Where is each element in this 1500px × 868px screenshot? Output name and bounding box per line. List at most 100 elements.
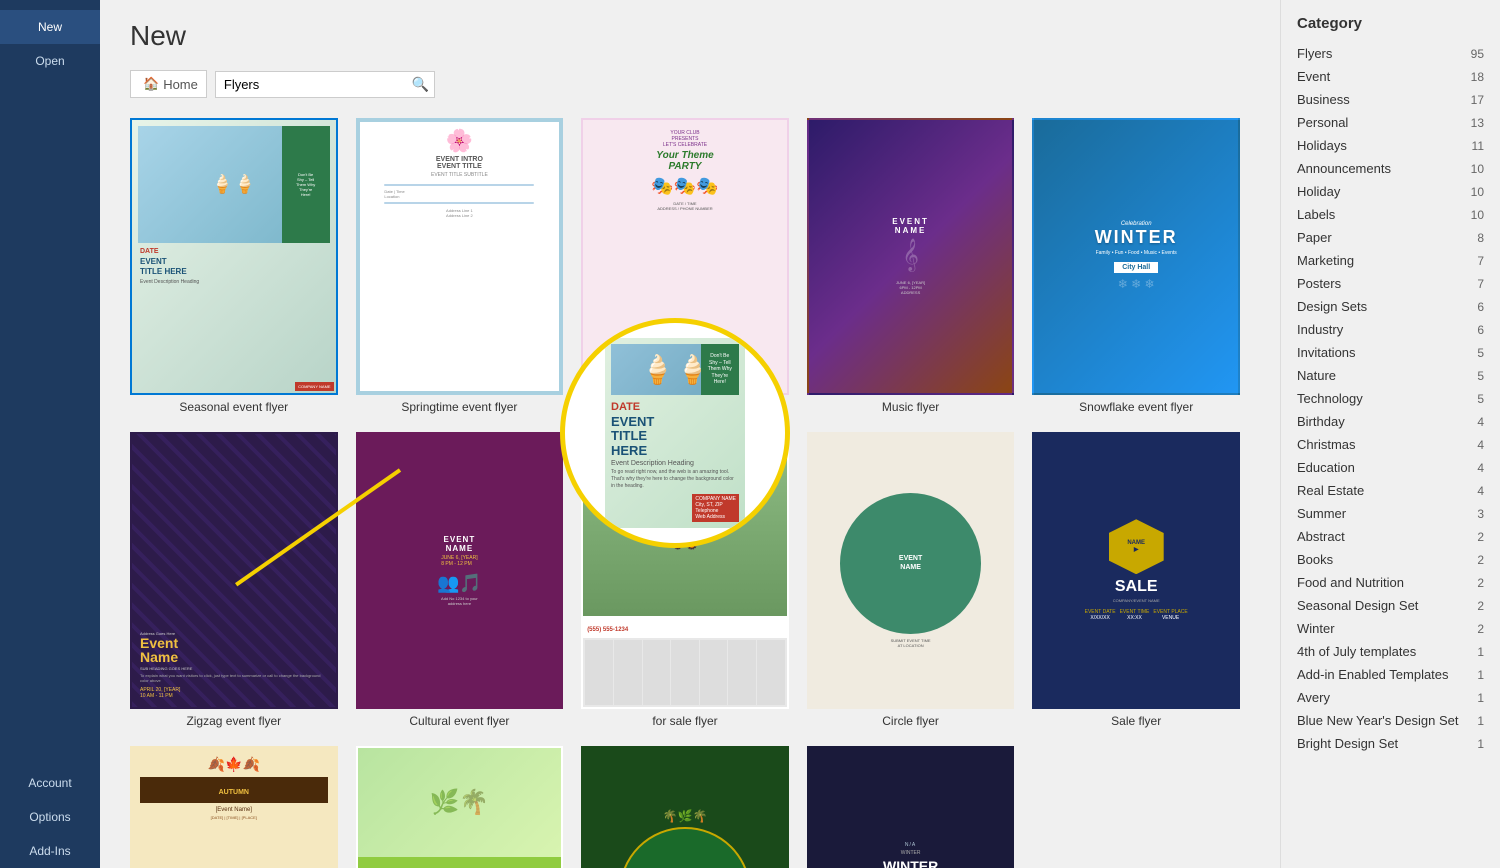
category-item[interactable]: Industry6 — [1281, 318, 1500, 341]
category-label: Invitations — [1297, 345, 1356, 360]
home-button[interactable]: 🏠 Home — [130, 70, 207, 98]
category-item[interactable]: Paper8 — [1281, 226, 1500, 249]
category-item[interactable]: Books2 — [1281, 548, 1500, 571]
category-item[interactable]: Labels10 — [1281, 203, 1500, 226]
template-thumb-winter-elegant[interactable]: N/A WINTER WINTERPARTY 🎄⭐🔵 EVENT DATE --… — [807, 746, 1015, 868]
search-icon[interactable]: 🔍 — [411, 76, 428, 93]
category-label: Winter — [1297, 621, 1335, 636]
category-item[interactable]: Birthday4 — [1281, 410, 1500, 433]
category-item[interactable]: Christmas4 — [1281, 433, 1500, 456]
template-item-4[interactable]: EVENTNAME 𝄞 JUNE 6, [YEAR]6PM - 12PMADDR… — [807, 118, 1015, 414]
category-item[interactable]: Winter2 — [1281, 617, 1500, 640]
category-item[interactable]: Blue New Year's Design Set1 — [1281, 709, 1500, 732]
template-label-8: for sale flyer — [652, 714, 717, 728]
category-item[interactable]: Seasonal Design Set2 — [1281, 594, 1500, 617]
template-item-8[interactable]: LAWN MOWER FOR SALE 🚜 (555) 555-1234 for… — [581, 432, 789, 728]
category-count: 11 — [1472, 139, 1484, 153]
main-content: New 🏠 Home 🔍 🍦🍦 Don't BeShy – TellThem W… — [100, 0, 1280, 868]
template-thumb-springtime[interactable]: 🌸 EVENT INTROEVENT TITLE EVENT TITLE SUB… — [356, 118, 564, 395]
template-item-5[interactable]: Celebration WINTER Family • Fun • Food •… — [1032, 118, 1240, 414]
page-title: New — [130, 20, 1250, 52]
template-label-5: Snowflake event flyer — [1079, 400, 1193, 414]
category-count: 7 — [1477, 254, 1484, 268]
category-count: 6 — [1477, 323, 1484, 337]
category-item[interactable]: Holidays 11 — [1281, 134, 1500, 157]
template-item-10[interactable]: NAME▶ SALE COMPANY/EVENT NAME EVENT DATE… — [1032, 432, 1240, 728]
template-thumb-seasonal[interactable]: 🍦🍦 Don't BeShy – TellThem WhyThey'reHere… — [130, 118, 338, 395]
category-item[interactable]: Event18 — [1281, 65, 1500, 88]
category-item[interactable]: Nature5 — [1281, 364, 1500, 387]
template-label-3: Carnival masks event flyer — [615, 400, 756, 414]
template-thumb-carnival[interactable]: YOUR CLUBPRESENTSLET'S CELEBRATE Your Th… — [581, 118, 789, 395]
sidebar-item-options[interactable]: Options — [0, 800, 100, 834]
category-item[interactable]: Food and Nutrition2 — [1281, 571, 1500, 594]
category-item[interactable]: Posters7 — [1281, 272, 1500, 295]
category-label: Labels — [1297, 207, 1335, 222]
category-label: Paper — [1297, 230, 1332, 245]
template-item-7[interactable]: EVENTNAME JUNE 6, [YEAR]8 PM - 12 PM 👥🎵 … — [356, 432, 564, 728]
template-label-7: Cultural event flyer — [409, 714, 509, 728]
sidebar-item-label: Add-Ins — [29, 844, 70, 858]
template-item-13[interactable]: 🌴🌿🌴 SUMMERPARTY MM.DD.YY Summer party fl… — [581, 746, 789, 868]
template-item-2[interactable]: 🌸 EVENT INTROEVENT TITLE EVENT TITLE SUB… — [356, 118, 564, 414]
template-thumb-zigzag[interactable]: Address Goes Here EventName SUB HEADING … — [130, 432, 338, 709]
category-label: Birthday — [1297, 414, 1345, 429]
search-input[interactable] — [215, 71, 435, 98]
category-item[interactable]: Holiday10 — [1281, 180, 1500, 203]
template-thumb-music[interactable]: EVENTNAME 𝄞 JUNE 6, [YEAR]6PM - 12PMADDR… — [807, 118, 1015, 395]
sidebar-item-addins[interactable]: Add-Ins — [0, 834, 100, 868]
category-label: Marketing — [1297, 253, 1354, 268]
category-item[interactable]: Announcements10 — [1281, 157, 1500, 180]
template-thumb-autumn[interactable]: 🍂🍁🍂 AUTUMN [Event Name] [DATE] | [TIME] … — [130, 746, 338, 868]
sidebar: New Open Account Options Add-Ins — [0, 0, 100, 868]
category-item[interactable]: Technology5 — [1281, 387, 1500, 410]
category-item[interactable]: Bright Design Set1 — [1281, 732, 1500, 755]
category-count: 4 — [1477, 484, 1484, 498]
category-list: Flyers95Event18Business17Personal13Holid… — [1281, 42, 1500, 755]
category-item[interactable]: Add-in Enabled Templates1 — [1281, 663, 1500, 686]
template-item-12[interactable]: 🌿🌴 Elegant spring flyer DATE EVENTTITLEH… — [356, 746, 564, 868]
category-label: Avery — [1297, 690, 1330, 705]
category-count: 2 — [1477, 553, 1484, 567]
category-label: Holidays — [1297, 138, 1347, 153]
template-thumb-sale[interactable]: NAME▶ SALE COMPANY/EVENT NAME EVENT DATE… — [1032, 432, 1240, 709]
category-label: Personal — [1297, 115, 1348, 130]
category-label: Summer — [1297, 506, 1346, 521]
template-item-14[interactable]: N/A WINTER WINTERPARTY 🎄⭐🔵 EVENT DATE --… — [807, 746, 1015, 868]
template-label-4: Music flyer — [882, 400, 939, 414]
category-item[interactable]: Invitations5 — [1281, 341, 1500, 364]
sidebar-item-account[interactable]: Account — [0, 766, 100, 800]
template-item-3[interactable]: YOUR CLUBPRESENTSLET'S CELEBRATE Your Th… — [581, 118, 789, 414]
template-thumb-summer[interactable]: 🌴🌿🌴 SUMMERPARTY MM.DD.YY — [581, 746, 789, 868]
template-thumb-circle[interactable]: EVENTNAME SUBMIT EVENT TIMEAT LOCATION — [807, 432, 1015, 709]
template-thumb-snowflake[interactable]: Celebration WINTER Family • Fun • Food •… — [1032, 118, 1240, 395]
category-item[interactable]: Flyers95 — [1281, 42, 1500, 65]
template-item-9[interactable]: EVENTNAME SUBMIT EVENT TIMEAT LOCATION C… — [807, 432, 1015, 728]
category-item[interactable]: Design Sets6 — [1281, 295, 1500, 318]
category-item[interactable]: Real Estate 4 — [1281, 479, 1500, 502]
template-item-6[interactable]: Address Goes Here EventName SUB HEADING … — [130, 432, 338, 728]
template-thumb-cultural[interactable]: EVENTNAME JUNE 6, [YEAR]8 PM - 12 PM 👥🎵 … — [356, 432, 564, 709]
category-item[interactable]: Summer3 — [1281, 502, 1500, 525]
category-item[interactable]: Marketing 7 — [1281, 249, 1500, 272]
template-item-1[interactable]: 🍦🍦 Don't BeShy – TellThem WhyThey'reHere… — [130, 118, 338, 414]
template-item-11[interactable]: 🍂🍁🍂 AUTUMN [Event Name] [DATE] | [TIME] … — [130, 746, 338, 868]
search-bar: 🏠 Home 🔍 — [130, 70, 1250, 98]
template-thumb-spring-elegant[interactable]: 🌿🌴 Elegant spring flyer DATE EVENTTITLEH… — [356, 746, 564, 868]
category-item[interactable]: 4th of July templates1 — [1281, 640, 1500, 663]
category-item[interactable]: Abstract2 — [1281, 525, 1500, 548]
category-item[interactable]: Personal13 — [1281, 111, 1500, 134]
category-label: Event — [1297, 69, 1330, 84]
template-thumb-forsale[interactable]: LAWN MOWER FOR SALE 🚜 (555) 555-1234 — [581, 432, 789, 709]
category-item[interactable]: Education4 — [1281, 456, 1500, 479]
category-item[interactable]: Business17 — [1281, 88, 1500, 111]
sidebar-item-new[interactable]: New — [0, 10, 100, 44]
sidebar-item-label: Options — [29, 810, 70, 824]
category-item[interactable]: Avery1 — [1281, 686, 1500, 709]
search-input-wrap: 🔍 — [215, 71, 435, 98]
template-label-2: Springtime event flyer — [401, 400, 517, 414]
category-count: 17 — [1471, 93, 1484, 107]
template-grid: 🍦🍦 Don't BeShy – TellThem WhyThey'reHere… — [130, 118, 1240, 868]
category-label: Real Estate — [1297, 483, 1364, 498]
sidebar-item-open[interactable]: Open — [0, 44, 100, 78]
